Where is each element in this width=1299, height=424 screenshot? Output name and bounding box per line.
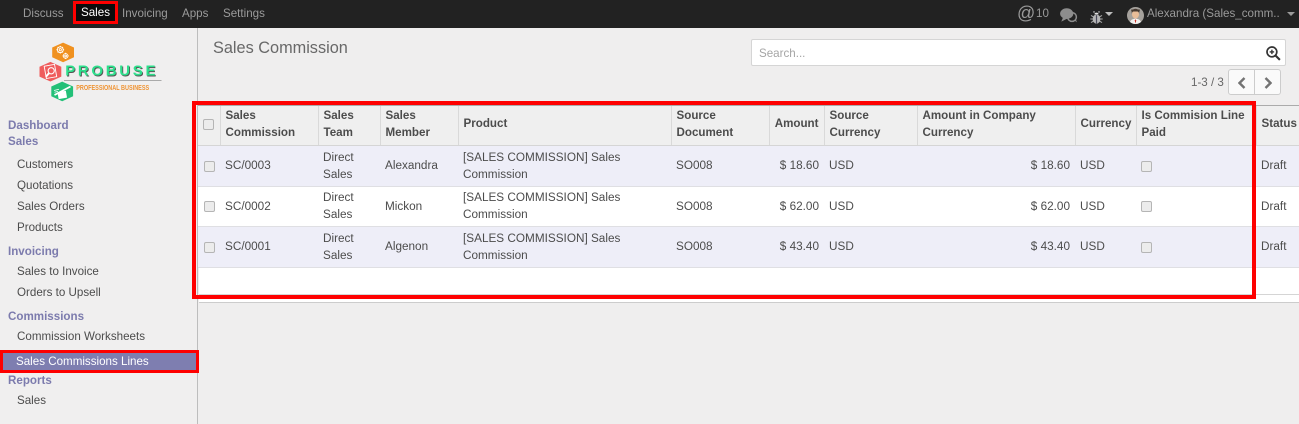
svg-text:PROBUSE: PROBUSE [65,62,159,79]
svg-text:PROFESSIONAL BUSINESS: PROFESSIONAL BUSINESS [76,83,149,92]
